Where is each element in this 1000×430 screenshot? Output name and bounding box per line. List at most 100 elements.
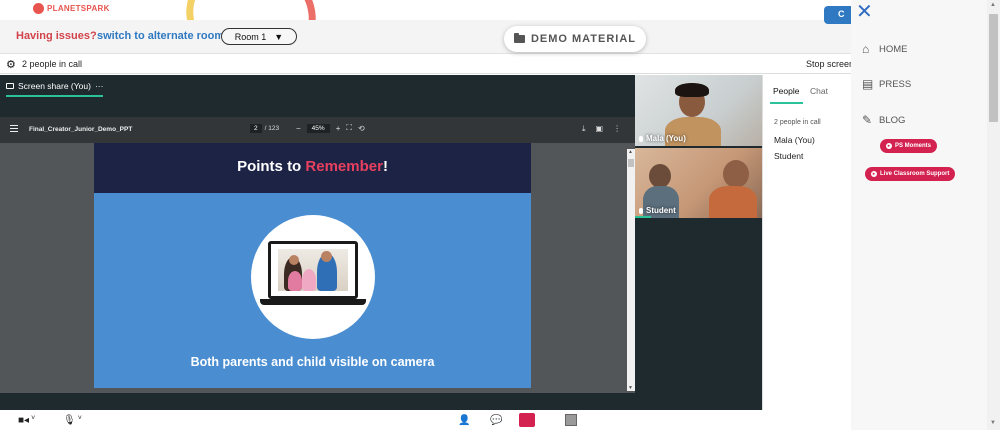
chevron-down-icon[interactable]: ˅ — [31, 415, 35, 422]
ps-moments-button[interactable]: ▸ PS Moments — [880, 139, 938, 153]
home-icon: ⌂ — [862, 42, 870, 56]
participants-icon[interactable]: 👤 — [458, 415, 470, 426]
folder-icon — [513, 33, 525, 43]
drawer-nav-blog[interactable]: ✎ BLOG — [862, 113, 906, 127]
laptop-icon — [268, 241, 358, 299]
video-tile-name: Student — [639, 206, 676, 215]
pdf-scrollbar-thumb[interactable] — [628, 159, 634, 167]
stop-present-icon[interactable] — [519, 413, 535, 427]
drawer-nav-press[interactable]: ▤ PRESS — [862, 77, 912, 91]
play-icon: ▸ — [886, 143, 892, 149]
chat-icon[interactable]: 💬 — [490, 415, 502, 426]
scroll-up-arrow-icon[interactable]: ▲ — [628, 149, 633, 155]
call-status-bar: ⚙ 2 people in call Stop screen — [0, 54, 854, 74]
video-tile-name: Mala (You) — [639, 134, 686, 143]
scroll-down-arrow-icon[interactable]: ▼ — [628, 385, 633, 391]
logo-text: PLANETSPARK — [47, 4, 110, 13]
meeting-app: PLANETSPARK Having issues? switch to alt… — [0, 0, 1000, 430]
family-photo — [278, 249, 348, 291]
pdf-page-input[interactable]: 2 — [250, 124, 262, 133]
mic-icon — [639, 135, 643, 142]
stop-icon[interactable] — [565, 414, 577, 426]
pdf-zoom-input[interactable]: 45% — [306, 123, 330, 133]
pdf-viewer: Points to Remember! Both parents and chi… — [0, 143, 635, 393]
drawer-nav-label: PRESS — [879, 79, 912, 90]
screen-share-icon — [6, 83, 14, 89]
zoom-in-icon[interactable]: + — [336, 124, 341, 133]
video-tiles: Mala (You) Student — [635, 75, 762, 410]
menu-icon[interactable] — [10, 125, 18, 132]
scroll-down-arrow-icon[interactable]: ▼ — [990, 420, 996, 426]
mic-toggle[interactable]: 🎙 ˅ — [63, 415, 82, 426]
people-in-call-count: 2 people in call — [22, 59, 83, 69]
live-classroom-support-label: Live Classroom Support — [880, 171, 950, 177]
speaking-indicator — [635, 216, 651, 218]
slide-title-prefix: Points to — [237, 158, 306, 175]
laptop-base — [260, 299, 366, 305]
tab-people[interactable]: People — [773, 86, 799, 96]
issue-bar: Having issues? switch to alternate room … — [0, 20, 851, 54]
demo-material-button[interactable]: DEMO MATERIAL — [504, 26, 646, 52]
slide-title-suffix: ! — [382, 158, 388, 175]
pdf-scrollbar[interactable]: ▲ ▼ — [627, 149, 635, 391]
pdf-toolbar: Final_Creator_Junior_Demo_PPT 2 / 123 − … — [0, 117, 635, 143]
drawer-nav-label: BLOG — [879, 115, 906, 126]
pdf-actions: ⤓ ▣ ⋮ — [582, 124, 621, 134]
panel-people-count: 2 people in call — [774, 119, 821, 126]
zoom-out-icon[interactable]: − — [296, 124, 301, 133]
planetspark-logo[interactable]: PLANETSPARK — [33, 3, 110, 14]
active-tab-indicator — [770, 102, 803, 104]
video-tile-name-label: Student — [646, 206, 676, 215]
more-options-icon[interactable]: ··· — [95, 81, 104, 91]
stop-screen-share-button[interactable]: Stop screen — [806, 59, 854, 69]
screen-share-tab[interactable]: Screen share (You) ··· — [6, 79, 104, 97]
drawer-nav-home[interactable]: ⌂ HOME — [862, 42, 908, 56]
pdf-zoom-controls: − 45% + ⛶ ⟲ — [296, 123, 365, 133]
call-controls-bar: ■◂ ˅ 🎙 ˅ 👤 💬 — [0, 410, 851, 430]
page-scrollbar[interactable]: ▲ ▼ — [987, 0, 1000, 430]
live-classroom-support-button[interactable]: ▸ Live Classroom Support — [865, 167, 956, 181]
tab-chat[interactable]: Chat — [810, 86, 828, 96]
download-icon[interactable]: ⤓ — [582, 124, 586, 134]
chat-bubble-button[interactable]: C — [824, 6, 851, 24]
press-icon: ▤ — [862, 77, 874, 91]
demo-material-label: DEMO MATERIAL — [530, 33, 637, 45]
chevron-down-icon[interactable]: ˅ — [78, 415, 82, 422]
microphone-icon: 🎙 — [63, 415, 76, 426]
scroll-up-arrow-icon[interactable]: ▲ — [990, 2, 996, 8]
fit-page-icon[interactable]: ⛶ — [346, 123, 352, 133]
print-icon[interactable]: ▣ — [596, 124, 604, 134]
logo-mark-icon — [33, 3, 44, 14]
alternate-room-link[interactable]: switch to alternate room — [97, 30, 224, 42]
slide-caption: Both parents and child visible on camera — [190, 355, 435, 369]
video-tile-self[interactable]: Mala (You) — [635, 75, 762, 146]
presentation-slide: Points to Remember! Both parents and chi… — [94, 143, 531, 388]
video-tile-student[interactable]: Student — [635, 148, 762, 218]
kebab-menu-icon[interactable]: ⋮ — [613, 124, 621, 134]
play-icon: ▸ — [871, 171, 877, 177]
close-icon[interactable]: ✕ — [856, 0, 873, 24]
room-select[interactable]: Room 1 ▼ — [221, 28, 297, 45]
rotate-icon[interactable]: ⟲ — [358, 124, 365, 133]
gear-icon[interactable]: ⚙ — [6, 58, 16, 71]
ps-moments-label: PS Moments — [895, 143, 932, 149]
drawer-nav-label: HOME — [879, 44, 908, 55]
people-panel: People Chat 2 people in call Mala (You) … — [762, 75, 851, 410]
camera-icon: ■◂ — [18, 415, 30, 426]
room-select-value: Room 1 — [234, 31, 267, 42]
screen-share-tab-label: Screen share (You) — [18, 81, 91, 91]
chat-bubble-label: C — [838, 9, 845, 19]
brand-bar: PLANETSPARK — [0, 0, 851, 81]
participant-item[interactable]: Student — [774, 151, 803, 161]
pdf-total-pages: / 123 — [264, 125, 280, 132]
screen-share-stage: Screen share (You) ··· Final_Creator_Jun… — [0, 75, 635, 410]
page-scrollbar-thumb[interactable] — [989, 14, 998, 122]
side-drawer — [851, 0, 987, 430]
slide-title-accent: Remember — [305, 158, 383, 175]
pdf-file-title: Final_Creator_Junior_Demo_PPT — [29, 126, 133, 133]
camera-toggle[interactable]: ■◂ ˅ — [18, 415, 35, 426]
participant-item[interactable]: Mala (You) — [774, 135, 815, 145]
pencil-icon: ✎ — [862, 113, 873, 127]
caret-down-icon: ▼ — [274, 31, 284, 42]
video-tile-name-label: Mala (You) — [646, 134, 686, 143]
